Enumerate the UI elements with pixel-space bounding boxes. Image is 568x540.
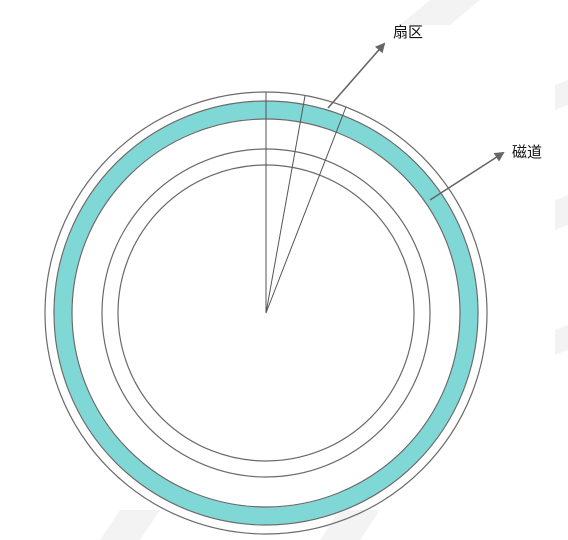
watermark: [100, 0, 568, 540]
sector-spoke-3: [265, 106, 347, 314]
track-label: 磁道: [512, 143, 543, 161]
sector-label: 扇区: [393, 23, 424, 41]
track-pointer-arrow: [429, 151, 505, 201]
disk-diagram: [44, 0, 568, 540]
sector-pointer-arrow: [327, 42, 386, 109]
sector-spoke-2: [265, 95, 306, 314]
